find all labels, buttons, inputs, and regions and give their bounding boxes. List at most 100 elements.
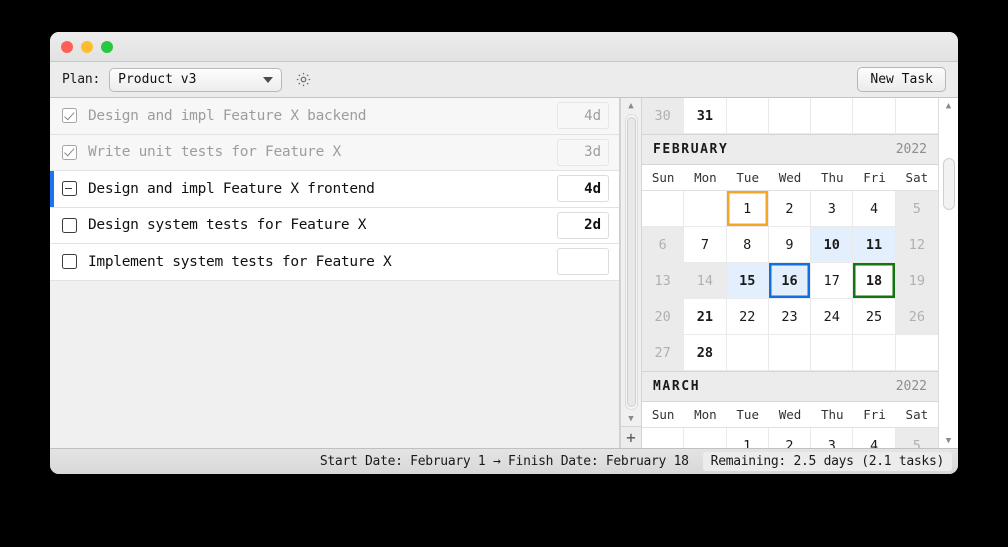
task-list-scrollbar[interactable]: ▲ ▼ + — [620, 98, 642, 448]
scroll-up-icon[interactable]: ▲ — [621, 98, 641, 113]
calendar-day-cell[interactable]: 13 — [642, 263, 685, 299]
calendar-day-cell[interactable] — [895, 335, 938, 371]
calendar-day-cell[interactable]: 16 — [768, 263, 812, 299]
calendar-weekday-label: Fri — [863, 407, 886, 422]
calendar-day-cell[interactable]: 8 — [726, 227, 769, 263]
task-title: Write unit tests for Feature X — [88, 144, 341, 161]
calendar-day-cell[interactable]: 31 — [684, 98, 727, 134]
task-title: Design system tests for Feature X — [88, 217, 367, 234]
calendar-day-cell[interactable] — [726, 98, 769, 134]
calendar-scrollbar-thumb[interactable] — [942, 158, 955, 210]
scrollbar-thumb[interactable] — [626, 117, 636, 407]
calendar-day-cell[interactable]: 5 — [895, 428, 938, 448]
calendar-day-cell[interactable]: 27 — [642, 335, 685, 371]
calendar-day-cell[interactable]: 23 — [768, 299, 812, 335]
task-checkbox[interactable] — [62, 254, 77, 270]
calendar-day-cell[interactable] — [895, 98, 938, 134]
task-checkbox[interactable] — [62, 108, 77, 124]
plan-select-value: Product v3 — [118, 72, 197, 87]
calendar-weekday-header: Sun Mon Tue Wed Thu Fri Sat — [642, 402, 938, 428]
calendar-day-cell[interactable]: 28 — [684, 335, 727, 371]
calendar-day-cell[interactable] — [811, 335, 854, 371]
task-checkbox[interactable] — [62, 217, 77, 233]
calendar-day-cell[interactable]: 26 — [895, 299, 938, 335]
calendar-day-cell[interactable]: 25 — [853, 299, 896, 335]
task-row[interactable]: Design and impl Feature X frontend 4d — [50, 171, 619, 208]
task-checkbox[interactable] — [62, 181, 77, 197]
task-row[interactable]: Design and impl Feature X backend 4d — [50, 98, 619, 135]
calendar-week-row: 12345 — [642, 428, 938, 448]
calendar-day-cell[interactable]: 10 — [811, 227, 854, 263]
calendar-month-header: MARCH 2022 — [642, 371, 938, 402]
calendar-day-cell[interactable] — [853, 98, 896, 134]
calendar-day-cell[interactable]: 12 — [895, 227, 938, 263]
calendar-day-cell[interactable]: 1 — [726, 428, 769, 448]
minimize-button[interactable] — [81, 40, 93, 53]
calendar-weekday-label: Tue — [736, 170, 759, 185]
calendar-day-cell[interactable]: 4 — [853, 428, 896, 448]
calendar-day-cell[interactable] — [726, 335, 769, 371]
calendar-scrollbar-track[interactable] — [942, 114, 955, 432]
plan-select[interactable]: Product v3 — [109, 67, 283, 92]
calendar-day-cell[interactable]: 24 — [811, 299, 854, 335]
calendar-day-cell[interactable]: 19 — [895, 263, 938, 299]
task-duration-input[interactable]: 2d — [557, 211, 609, 239]
calendar-weekday-label: Sat — [905, 407, 929, 422]
calendar-scrollbar[interactable]: ▲ ▼ — [938, 98, 958, 448]
toolbar: Plan: Product v3 New Task — [50, 62, 958, 98]
calendar-day-cell[interactable] — [768, 335, 812, 371]
calendar-day-cell[interactable]: 2 — [768, 428, 812, 448]
calendar-day-cell[interactable]: 15 — [726, 263, 769, 299]
calendar-month-year: 2022 — [895, 379, 927, 394]
task-checkbox[interactable] — [62, 144, 77, 160]
calendar-day-cell[interactable]: 20 — [642, 299, 685, 335]
calendar-weekday-label: Mon — [694, 170, 717, 185]
gear-icon[interactable] — [294, 71, 312, 89]
task-row[interactable]: Design system tests for Feature X 2d — [50, 207, 619, 244]
title-bar — [50, 32, 958, 62]
task-duration-input[interactable]: 3d — [557, 138, 609, 166]
calendar-scroll-up-icon[interactable]: ▲ — [939, 98, 958, 113]
task-duration-input[interactable]: 4d — [557, 175, 609, 203]
calendar-weekday-label: Mon — [694, 407, 717, 422]
calendar-day-cell[interactable] — [684, 191, 727, 227]
calendar-day-cell[interactable]: 30 — [642, 98, 685, 134]
calendar-day-cell[interactable]: 14 — [684, 263, 727, 299]
scroll-down-icon[interactable]: ▼ — [621, 411, 641, 426]
calendar-day-cell[interactable]: 4 — [853, 191, 896, 227]
calendar-weekday-header: Sun Mon Tue Wed Thu Fri Sat — [642, 165, 938, 191]
zoom-button[interactable] — [101, 40, 113, 53]
scrollbar-track[interactable] — [624, 114, 638, 410]
calendar-day-cell[interactable] — [642, 428, 685, 448]
calendar-week-row: 20 21 22 23 24 25 26 — [642, 299, 938, 335]
calendar-day-cell[interactable]: 22 — [726, 299, 769, 335]
task-row[interactable]: Implement system tests for Feature X — [50, 244, 619, 281]
calendar-day-cell[interactable]: 5 — [895, 191, 938, 227]
task-duration-input[interactable] — [557, 248, 609, 276]
calendar-day-cell[interactable]: 9 — [768, 227, 812, 263]
calendar-day-cell[interactable] — [853, 335, 896, 371]
calendar-day-cell[interactable] — [642, 191, 685, 227]
calendar-day-cell[interactable]: 3 — [811, 191, 854, 227]
calendar-day-cell[interactable]: 11 — [853, 227, 896, 263]
new-task-button[interactable]: New Task — [857, 67, 946, 92]
calendar-day-cell[interactable]: 17 — [811, 263, 854, 299]
calendar-day-cell[interactable]: 18 — [853, 263, 896, 299]
task-title: Implement system tests for Feature X — [88, 253, 392, 270]
calendar-day-cell[interactable] — [811, 98, 854, 134]
calendar-scroll-down-icon[interactable]: ▼ — [939, 433, 958, 448]
calendar-day-cell[interactable]: 7 — [684, 227, 727, 263]
calendar-weekday-label: Sun — [651, 170, 675, 185]
calendar-day-cell[interactable] — [684, 428, 727, 448]
close-button[interactable] — [61, 40, 73, 53]
add-task-button[interactable]: + — [621, 426, 641, 448]
calendar-day-cell[interactable]: 6 — [642, 227, 685, 263]
calendar-pane: 30 31 FEBRUARY 2022 Sun Mon Tue Wed Thu Fri Sat 1 2 3… — [642, 98, 958, 448]
calendar-day-cell[interactable] — [768, 98, 812, 134]
calendar-day-cell[interactable]: 3 — [811, 428, 854, 448]
calendar-day-cell[interactable]: 21 — [684, 299, 727, 335]
task-duration-input[interactable]: 4d — [557, 102, 609, 130]
calendar-day-cell[interactable]: 1 — [726, 191, 769, 227]
calendar-day-cell[interactable]: 2 — [768, 191, 812, 227]
task-row[interactable]: Write unit tests for Feature X 3d — [50, 134, 619, 171]
